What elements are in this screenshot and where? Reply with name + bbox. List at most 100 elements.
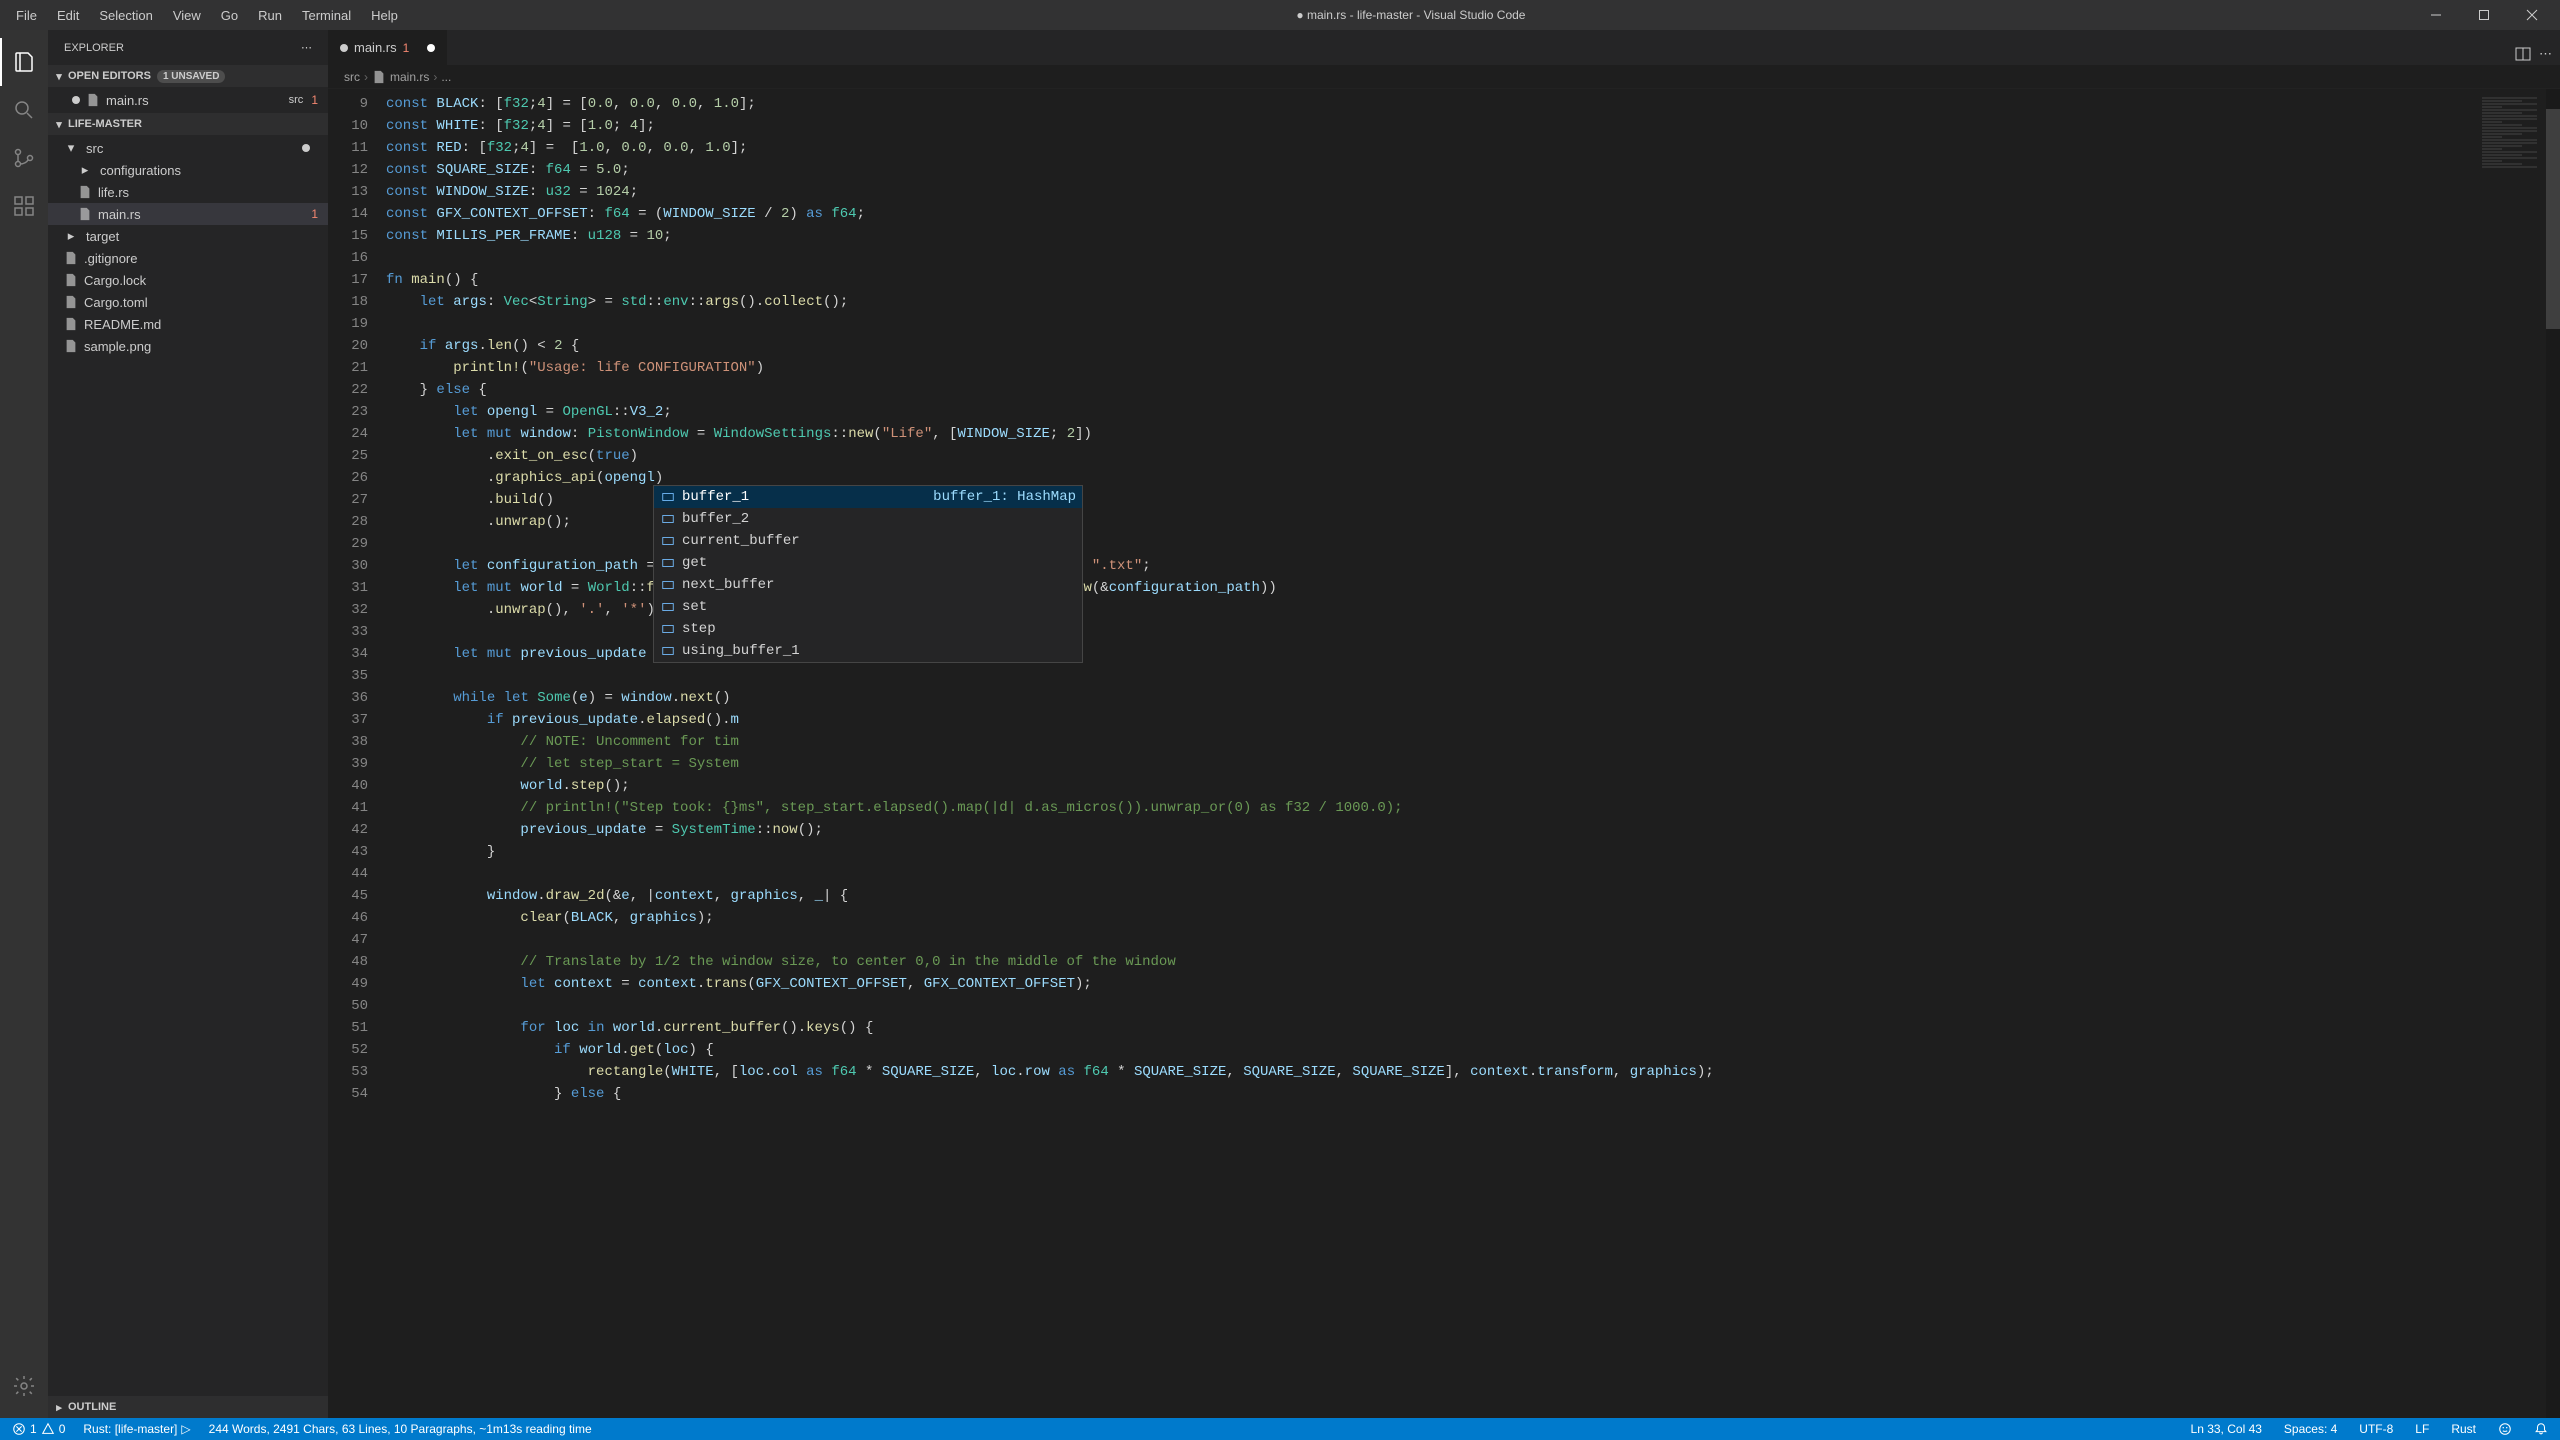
suggest-item[interactable]: buffer_1buffer_1: HashMap [654,486,1082,508]
problem-count: 1 [311,207,318,221]
maximize-button[interactable] [2464,0,2504,30]
menu-bar: File Edit Selection View Go Run Terminal… [8,4,406,27]
code-area[interactable]: 9101112131415161718192021222324252627282… [328,89,2560,1418]
menu-terminal[interactable]: Terminal [294,4,359,27]
minimap[interactable] [2466,89,2546,1418]
activity-source-control[interactable] [0,134,48,182]
item-label: sample.png [84,339,328,354]
status-indentation[interactable]: Spaces: 4 [2280,1422,2341,1436]
chevron-icon: ▸ [78,163,92,177]
file-icon [64,295,78,309]
file-item[interactable]: sample.png [48,335,328,357]
activity-search[interactable] [0,86,48,134]
field-icon [660,555,676,571]
suggest-item[interactable]: get [654,552,1082,574]
breadcrumb-segment[interactable]: main.rs [390,70,429,84]
menu-view[interactable]: View [165,4,209,27]
status-feedback[interactable] [2494,1422,2516,1436]
status-eol[interactable]: LF [2411,1422,2433,1436]
file-icon [64,251,78,265]
dirty-dot-icon [340,44,348,52]
split-editor-icon[interactable] [2515,46,2531,65]
editor-area: main.rs 1 ⋯ src › main.rs › ... 91011121… [328,30,2560,1418]
folder-item[interactable]: ▾src [48,137,328,159]
suggest-item[interactable]: current_buffer [654,530,1082,552]
open-editor-path: src [289,94,304,106]
activity-settings[interactable] [0,1362,48,1410]
item-label: Cargo.toml [84,295,328,310]
field-icon [660,577,676,593]
line-number-gutter: 9101112131415161718192021222324252627282… [328,89,386,1418]
tab-problem-count: 1 [403,41,410,55]
outline-header[interactable]: ▸ OUTLINE [48,1396,328,1418]
vertical-scrollbar[interactable] [2546,89,2560,1418]
suggest-item[interactable]: using_buffer_1 [654,640,1082,662]
suggest-label: buffer_1 [682,489,749,505]
suggest-label: current_buffer [682,533,800,549]
status-problems[interactable]: 1 0 [8,1422,69,1436]
breadcrumb-segment[interactable]: ... [441,70,451,84]
menu-selection[interactable]: Selection [91,4,160,27]
item-label: main.rs [98,207,311,222]
code-editor[interactable]: const BLACK: [f32;4] = [0.0, 0.0, 0.0, 1… [386,89,2560,1418]
item-label: .gitignore [84,251,328,266]
breadcrumb-segment[interactable]: src [344,70,360,84]
file-item[interactable]: life.rs [48,181,328,203]
status-language[interactable]: Rust [2447,1422,2480,1436]
scrollbar-thumb[interactable] [2546,109,2560,329]
chevron-icon: ▾ [64,141,78,155]
unsaved-badge: 1 UNSAVED [157,70,226,83]
file-item[interactable]: main.rs1 [48,203,328,225]
menu-run[interactable]: Run [250,4,290,27]
suggest-item[interactable]: next_buffer [654,574,1082,596]
suggest-item[interactable]: set [654,596,1082,618]
warning-count: 0 [59,1422,66,1436]
file-item[interactable]: Cargo.toml [48,291,328,313]
status-encoding[interactable]: UTF-8 [2355,1422,2397,1436]
window-title: ● main.rs - life-master - Visual Studio … [406,8,2416,22]
breadcrumbs[interactable]: src › main.rs › ... [328,65,2560,89]
file-item[interactable]: Cargo.lock [48,269,328,291]
editor-tab[interactable]: main.rs 1 [328,30,448,65]
warning-icon [41,1422,55,1436]
folder-item[interactable]: ▸target [48,225,328,247]
sidebar: EXPLORER ⋯ ▾ OPEN EDITORS 1 UNSAVED main… [48,30,328,1418]
file-item[interactable]: .gitignore [48,247,328,269]
folder-item[interactable]: ▸configurations [48,159,328,181]
dirty-dot-icon [72,96,80,104]
suggest-item[interactable]: step [654,618,1082,640]
close-button[interactable] [2512,0,2552,30]
field-icon [660,621,676,637]
file-item[interactable]: README.md [48,313,328,335]
status-notifications[interactable] [2530,1422,2552,1436]
activity-extensions[interactable] [0,182,48,230]
activity-bar [0,30,48,1418]
item-label: Cargo.lock [84,273,328,288]
menu-go[interactable]: Go [213,4,246,27]
open-editors-tree: main.rs src 1 [48,87,328,113]
status-cursor-position[interactable]: Ln 33, Col 43 [2187,1422,2266,1436]
status-word-count[interactable]: 244 Words, 2491 Chars, 63 Lines, 10 Para… [205,1422,596,1436]
suggest-item[interactable]: buffer_2 [654,508,1082,530]
workspace-label: LIFE-MASTER [68,118,142,130]
open-editors-header[interactable]: ▾ OPEN EDITORS 1 UNSAVED [48,65,328,87]
problem-count: 1 [311,93,318,107]
error-count: 1 [30,1422,37,1436]
chevron-right-icon: › [433,70,437,84]
suggest-widget[interactable]: buffer_1buffer_1: HashMapbuffer_2current… [653,485,1083,663]
menu-help[interactable]: Help [363,4,406,27]
menu-file[interactable]: File [8,4,45,27]
sidebar-more-icon[interactable]: ⋯ [301,41,312,54]
sidebar-title: EXPLORER [64,42,124,54]
open-editor-item[interactable]: main.rs src 1 [48,89,328,111]
status-lang-server[interactable]: Rust: [life-master] ▷ [79,1422,194,1436]
file-icon [64,317,78,331]
minimize-button[interactable] [2416,0,2456,30]
editor-more-icon[interactable]: ⋯ [2539,46,2552,65]
file-icon [64,273,78,287]
activity-explorer[interactable] [0,38,48,86]
workspace-header[interactable]: ▾ LIFE-MASTER [48,113,328,135]
field-icon [660,533,676,549]
menu-edit[interactable]: Edit [49,4,87,27]
error-icon [12,1422,26,1436]
